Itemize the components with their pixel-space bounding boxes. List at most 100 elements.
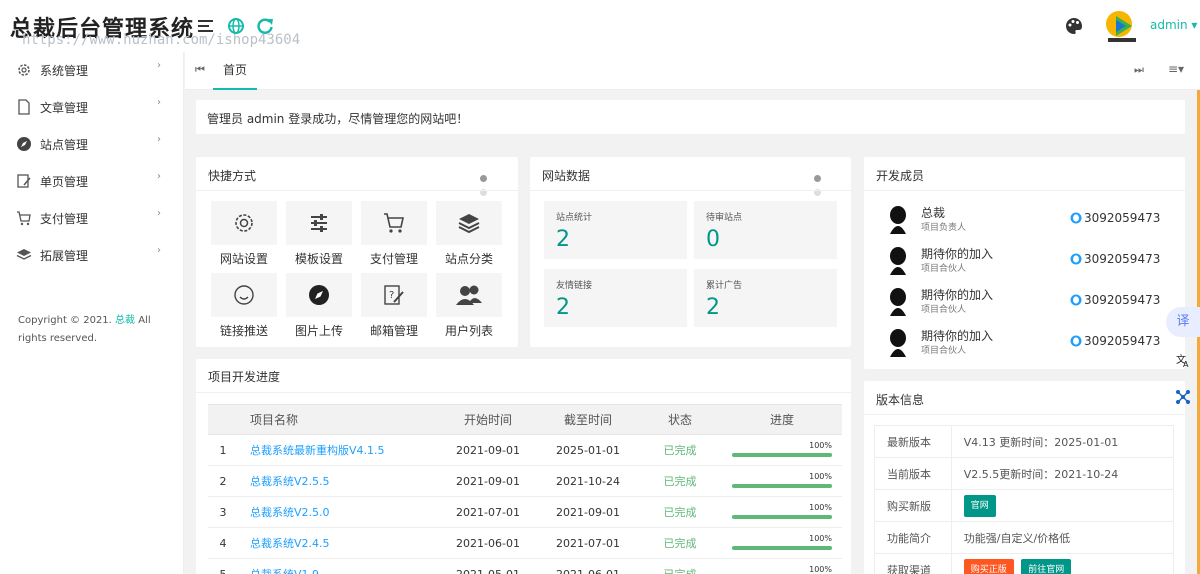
shortcut-payment[interactable] bbox=[361, 201, 427, 245]
sidebar-item-label: 支付管理 bbox=[40, 212, 89, 226]
member-qq[interactable]: 3092059473 bbox=[1084, 252, 1160, 266]
stat-friend-links[interactable]: 友情链接 2 bbox=[544, 269, 687, 327]
avatar[interactable] bbox=[1104, 8, 1140, 44]
smile-icon bbox=[234, 285, 254, 305]
end-date: 2025-01-01 bbox=[538, 434, 638, 466]
sidebar-item-pages[interactable]: 单页管理 › bbox=[0, 163, 184, 199]
progress-percent: 100% bbox=[809, 472, 832, 481]
shortcut-mail[interactable]: ? bbox=[361, 273, 427, 317]
shortcut-site-settings[interactable] bbox=[211, 201, 277, 245]
project-name-link[interactable]: 总裁系统V2.4.5 bbox=[238, 527, 438, 559]
gear-icon bbox=[235, 214, 253, 232]
copyright-prefix: Copyright © 2021. bbox=[18, 315, 116, 326]
tab-home[interactable]: 首页 bbox=[213, 52, 257, 90]
progress-cell: 100% bbox=[722, 434, 842, 466]
start-date: 2021-06-01 bbox=[438, 527, 538, 559]
team-member: 总裁 项目负责人 3092059473 bbox=[864, 199, 1184, 240]
stat-site-count[interactable]: 站点统计 2 bbox=[544, 201, 687, 259]
project-name-link[interactable]: 总裁系统V2.5.0 bbox=[238, 496, 438, 528]
shortcut-link-push[interactable] bbox=[211, 273, 277, 317]
row-number: 5 bbox=[208, 558, 238, 574]
person-silhouette-icon bbox=[890, 329, 906, 357]
table-row: 当前版本 V2.5.5更新时间：2021-10-24 bbox=[874, 457, 1175, 490]
language-icon[interactable]: 文A bbox=[1176, 352, 1192, 368]
translate-button[interactable]: 译 bbox=[1166, 307, 1200, 337]
sidebar-item-system[interactable]: 系统管理 › bbox=[0, 52, 184, 88]
column-header: 进度 bbox=[722, 404, 842, 435]
version-label: 最新版本 bbox=[874, 425, 952, 458]
tab-next-icon[interactable]: ⏭ bbox=[1134, 63, 1144, 77]
version-label: 当前版本 bbox=[874, 457, 952, 490]
row-number: 1 bbox=[208, 434, 238, 466]
end-date: 2021-09-01 bbox=[538, 496, 638, 528]
start-date: 2021-07-01 bbox=[438, 496, 538, 528]
status-badge: 已完成 bbox=[638, 527, 722, 559]
shortcut-label: 用户列表 bbox=[444, 324, 493, 338]
copyright-text: Copyright © 2021. 总裁 All rights reserved… bbox=[18, 312, 178, 348]
stat-total-ads[interactable]: 累计广告 2 bbox=[694, 269, 837, 327]
globe-icon[interactable] bbox=[226, 16, 246, 36]
sidebar-item-extensions[interactable]: 拓展管理 › bbox=[0, 237, 184, 273]
official-site-button[interactable]: 官网 bbox=[963, 494, 996, 517]
table-row: 4 总裁系统V2.4.5 2021-06-01 2021-07-01 已完成 100% bbox=[208, 527, 842, 559]
version-label: 购买新版 bbox=[874, 489, 952, 522]
person-silhouette-icon bbox=[890, 206, 906, 234]
tab-menu-icon[interactable]: ≡▾ bbox=[1168, 62, 1184, 76]
shortcut-user-list[interactable] bbox=[436, 273, 502, 317]
member-role: 项目合伙人 bbox=[921, 264, 967, 274]
table-row: 功能简介 功能强/自定义/价格低 bbox=[874, 521, 1175, 554]
login-notice: 管理员 admin 登录成功，尽情管理您的网站吧！ bbox=[196, 100, 1185, 134]
sidebar-item-label: 文章管理 bbox=[40, 101, 89, 115]
shortcut-image-upload[interactable] bbox=[286, 273, 352, 317]
project-name-link[interactable]: 总裁系统最新重构版V4.1.5 bbox=[238, 434, 438, 466]
row-number: 4 bbox=[208, 527, 238, 559]
progress-cell: 100% bbox=[722, 496, 842, 528]
progress-cell: 100% bbox=[722, 558, 842, 574]
progress-percent: 100% bbox=[809, 503, 832, 512]
stat-label: 友情链接 bbox=[556, 281, 593, 291]
chevron-right-icon: › bbox=[157, 97, 161, 108]
sidebar-item-label: 拓展管理 bbox=[40, 249, 89, 263]
sidebar-item-payment[interactable]: 支付管理 › bbox=[0, 200, 184, 236]
status-badge: 已完成 bbox=[638, 434, 722, 466]
card-title: 网站数据 bbox=[542, 169, 591, 183]
row-number: 2 bbox=[208, 465, 238, 497]
carousel-dots[interactable] bbox=[814, 171, 834, 196]
stat-value: 2 bbox=[556, 295, 570, 320]
stat-pending-sites[interactable]: 待审站点 0 bbox=[694, 201, 837, 259]
refresh-icon[interactable] bbox=[255, 16, 275, 36]
member-qq[interactable]: 3092059473 bbox=[1084, 334, 1160, 348]
carousel-dots[interactable] bbox=[480, 171, 500, 196]
member-role: 项目负责人 bbox=[921, 223, 967, 233]
progress-percent: 100% bbox=[809, 565, 832, 574]
version-table: 最新版本 V4.13 更新时间：2025-01-01 当前版本 V2.5.5更新… bbox=[874, 425, 1175, 574]
shortcut-label: 图片上传 bbox=[294, 324, 343, 338]
sidebar: 系统管理 › 文章管理 › 站点管理 › 单页管理 › 支付管理 › 拓展管理 … bbox=[0, 52, 184, 574]
start-date: 2021-09-01 bbox=[438, 434, 538, 466]
sidebar-item-articles[interactable]: 文章管理 › bbox=[0, 89, 184, 125]
tab-prev-icon[interactable]: ⏮ bbox=[195, 63, 205, 77]
version-value: V4.13 更新时间：2025-01-01 bbox=[950, 425, 1175, 458]
copyright-link[interactable]: 总裁 bbox=[115, 315, 135, 326]
palette-icon[interactable] bbox=[1064, 16, 1084, 36]
buy-genuine-button[interactable]: 购买正版 bbox=[963, 558, 1014, 574]
project-name-link[interactable]: 总裁系统V2.5.5 bbox=[238, 465, 438, 497]
menu-toggle-icon[interactable] bbox=[196, 16, 216, 36]
member-name: 总裁 bbox=[921, 206, 946, 220]
user-menu[interactable]: admin ▾ bbox=[1150, 18, 1197, 32]
member-qq[interactable]: 3092059473 bbox=[1084, 211, 1160, 225]
member-qq[interactable]: 3092059473 bbox=[1084, 293, 1160, 307]
status-badge: 已完成 bbox=[638, 496, 722, 528]
goto-official-button[interactable]: 前往官网 bbox=[1021, 558, 1072, 574]
tab-bar: ⏮ 首页 ⏭ ≡▾ bbox=[185, 52, 1200, 90]
member-role: 项目合伙人 bbox=[921, 346, 967, 356]
shortcut-label: 站点分类 bbox=[444, 252, 493, 266]
shortcut-label: 链接推送 bbox=[219, 324, 268, 338]
shortcut-template-settings[interactable] bbox=[286, 201, 352, 245]
sidebar-item-sites[interactable]: 站点管理 › bbox=[0, 126, 184, 162]
shortcut-label: 网站设置 bbox=[219, 252, 268, 266]
shortcut-site-category[interactable] bbox=[436, 201, 502, 245]
network-icon[interactable] bbox=[1174, 388, 1192, 406]
project-name-link[interactable]: 总裁系统V1.9 bbox=[238, 558, 438, 574]
progress-percent: 100% bbox=[809, 441, 832, 450]
